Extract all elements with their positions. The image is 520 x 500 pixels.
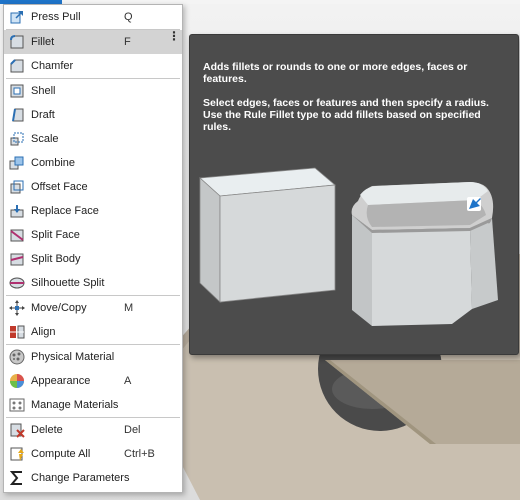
more-options-icon[interactable]: ⋮ <box>168 30 180 42</box>
modify-dropdown-menu: Press Pull Q Fillet F ⋮ Chamfer Shell Dr… <box>3 4 183 493</box>
fillet-tooltip: Adds fillets or rounds to one or more ed… <box>189 34 519 355</box>
menu-item-shortcut: Ctrl+B <box>124 448 155 460</box>
menu-item-label: Delete <box>31 424 63 436</box>
menu-item-label: Change Parameters <box>31 472 130 484</box>
menu-item-delete[interactable]: Delete Del <box>4 418 182 442</box>
menu-item-shell[interactable]: Shell <box>4 79 182 103</box>
menu-item-label: Fillet <box>31 36 55 48</box>
menu-item-label: Offset Face <box>31 181 88 193</box>
menu-item-label: Scale <box>31 133 59 145</box>
tooltip-illustration <box>199 167 498 326</box>
scale-icon <box>9 131 25 147</box>
replace-face-icon <box>9 203 25 219</box>
menu-item-label: Shell <box>31 85 56 97</box>
fillet-icon <box>9 34 25 50</box>
combine-icon <box>9 155 25 171</box>
align-icon <box>9 324 25 340</box>
sharp-cube <box>199 167 336 303</box>
menu-item-scale[interactable]: Scale <box>4 127 182 151</box>
move-copy-icon <box>9 300 25 316</box>
menu-item-label: Split Body <box>31 253 81 265</box>
menu-item-label: Align <box>31 326 56 338</box>
menu-item-manage-materials[interactable]: Manage Materials <box>4 393 182 417</box>
appearance-icon <box>9 373 25 389</box>
menu-item-press-pull[interactable]: Press Pull Q <box>4 5 182 29</box>
menu-item-chamfer[interactable]: Chamfer <box>4 54 182 78</box>
split-body-icon <box>9 251 25 267</box>
menu-item-label: Move/Copy <box>31 302 87 314</box>
menu-item-label: Draft <box>31 109 55 121</box>
menu-item-label: Chamfer <box>31 60 74 72</box>
menu-item-shortcut: F <box>124 36 131 48</box>
menu-item-shortcut: M <box>124 302 134 314</box>
menu-item-shortcut: A <box>124 375 132 387</box>
menu-item-split-body[interactable]: Split Body <box>4 247 182 271</box>
silhouette-split-icon <box>9 275 25 291</box>
shell-icon <box>9 83 25 99</box>
manage-materials-icon <box>9 397 25 413</box>
menu-item-label: Compute All <box>31 448 91 460</box>
menu-item-shortcut: Del <box>124 424 141 436</box>
menu-item-draft[interactable]: Draft <box>4 103 182 127</box>
offset-face-icon <box>9 179 25 195</box>
menu-item-label: Physical Material <box>31 351 115 363</box>
menu-item-label: Appearance <box>31 375 91 387</box>
cursor-arrow-icon <box>467 197 481 211</box>
menu-item-label: Split Face <box>31 229 80 241</box>
press-pull-icon <box>9 9 25 25</box>
menu-item-label: Press Pull <box>31 11 81 23</box>
menu-item-label: Replace Face <box>31 205 99 217</box>
compute-all-icon <box>9 446 25 462</box>
menu-item-label: Silhouette Split <box>31 277 105 289</box>
menu-item-label: Combine <box>31 157 76 169</box>
sigma-icon <box>9 470 25 486</box>
split-face-icon <box>9 227 25 243</box>
physical-material-icon <box>9 349 25 365</box>
menu-item-split-face[interactable]: Split Face <box>4 223 182 247</box>
menu-item-appearance[interactable]: Appearance A <box>4 369 182 393</box>
delete-icon <box>9 422 25 438</box>
menu-item-offset-face[interactable]: Offset Face <box>4 175 182 199</box>
menu-item-replace-face[interactable]: Replace Face <box>4 199 182 223</box>
menu-item-change-parameters[interactable]: Change Parameters <box>4 466 182 490</box>
menu-item-silhouette-split[interactable]: Silhouette Split <box>4 271 182 295</box>
menu-item-physical-material[interactable]: Physical Material <box>4 345 182 369</box>
menu-item-fillet[interactable]: Fillet F ⋮ <box>4 30 182 54</box>
menu-item-shortcut: Q <box>124 11 133 23</box>
draft-icon <box>9 107 25 123</box>
menu-item-move-copy[interactable]: Move/Copy M <box>4 296 182 320</box>
menu-item-compute-all[interactable]: Compute All Ctrl+B <box>4 442 182 466</box>
menu-item-align[interactable]: Align <box>4 320 182 344</box>
chamfer-icon <box>9 58 25 74</box>
menu-item-label: Manage Materials <box>31 399 119 411</box>
menu-item-combine[interactable]: Combine <box>4 151 182 175</box>
